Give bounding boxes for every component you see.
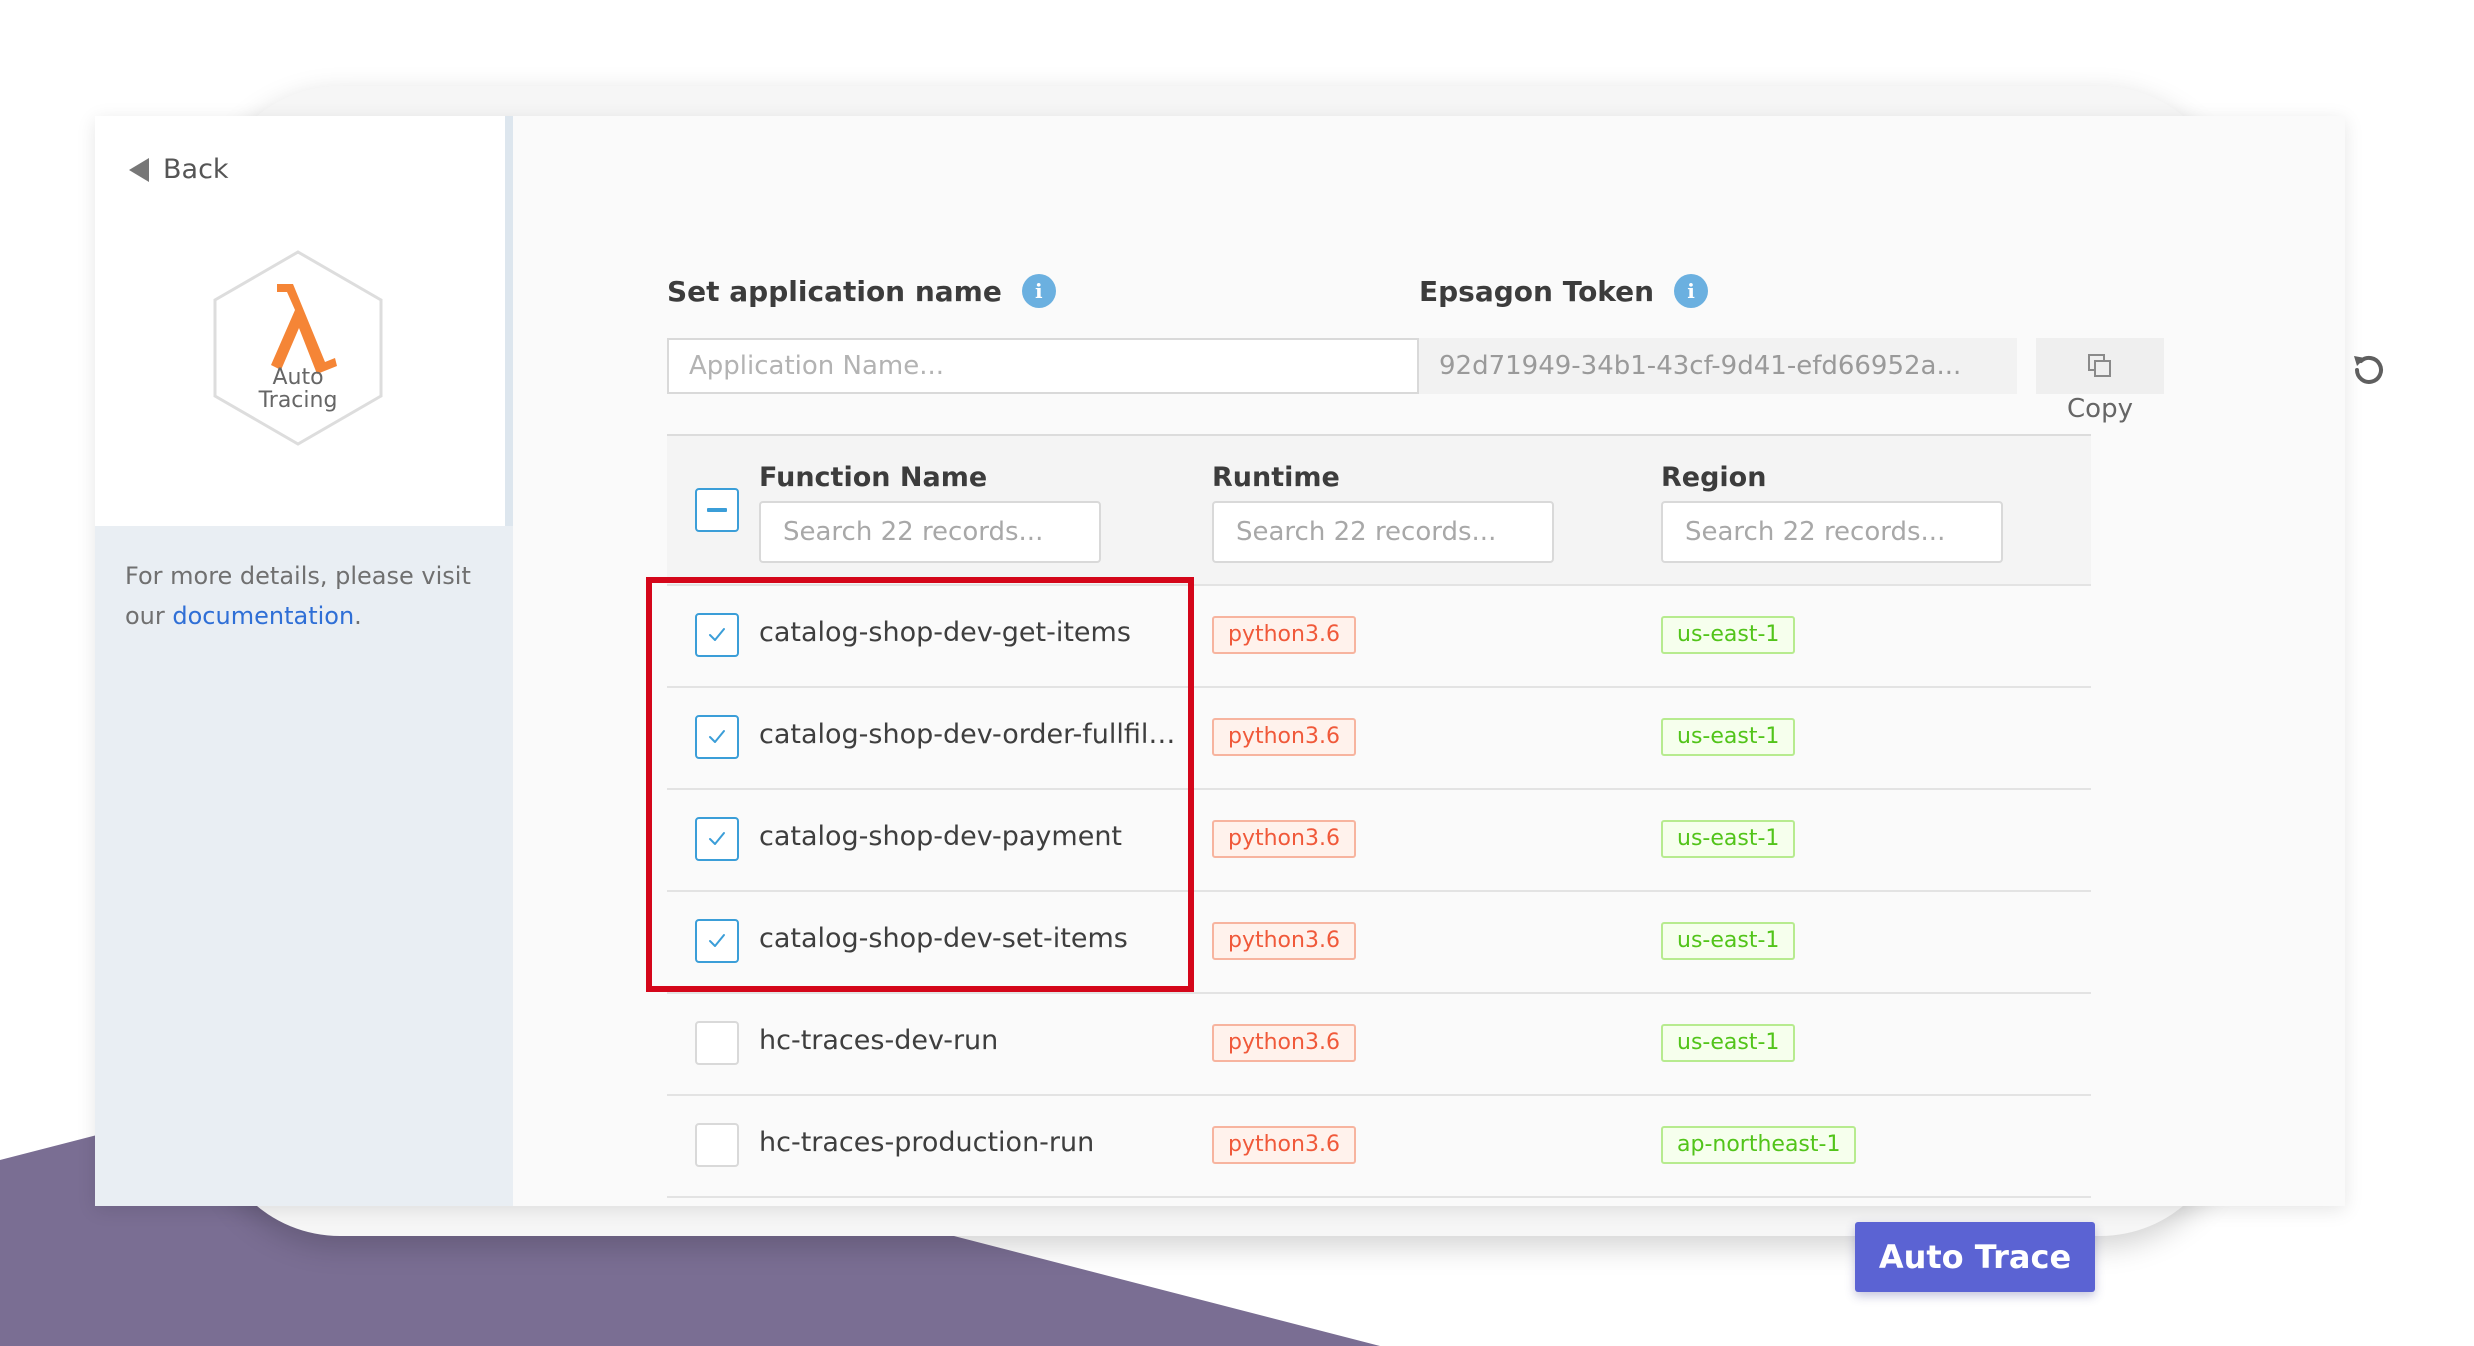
app-name-input[interactable] bbox=[667, 338, 1419, 394]
app-name-label-text: Set application name bbox=[667, 274, 1002, 308]
runtime-tag: python3.6 bbox=[1212, 1126, 1356, 1164]
function-name-cell: hc-traces-dev-run bbox=[759, 1025, 999, 1056]
details-suffix: . bbox=[354, 602, 362, 630]
info-icon[interactable]: i bbox=[1674, 274, 1709, 308]
runtime-tag: python3.6 bbox=[1212, 922, 1356, 960]
runtime-tag: python3.6 bbox=[1212, 1024, 1356, 1062]
row-checkbox[interactable] bbox=[695, 1021, 739, 1065]
logo-line-2: Tracing bbox=[258, 388, 338, 413]
info-icon[interactable]: i bbox=[1021, 274, 1056, 308]
copy-label[interactable]: Copy bbox=[2036, 394, 2164, 424]
back-button[interactable]: Back bbox=[129, 154, 229, 185]
runtime-tag: python3.6 bbox=[1212, 718, 1356, 756]
token-label: Epsagon Token i bbox=[1419, 274, 1709, 308]
row-divider bbox=[667, 1196, 2091, 1198]
auto-trace-button[interactable]: Auto Trace bbox=[1855, 1222, 2095, 1292]
sidebar-divider bbox=[505, 116, 513, 526]
region-search[interactable] bbox=[1661, 501, 2003, 563]
back-arrow-icon bbox=[129, 157, 149, 182]
row-divider bbox=[667, 1094, 2091, 1096]
runtime-search[interactable] bbox=[1212, 501, 1554, 563]
refresh-icon[interactable] bbox=[2345, 346, 2393, 394]
details-text: For more details, please visit our docum… bbox=[125, 556, 485, 636]
row-checkbox[interactable] bbox=[695, 1123, 739, 1167]
copy-icon bbox=[2088, 354, 2111, 377]
column-header-runtime[interactable]: Runtime bbox=[1212, 462, 1340, 493]
function-name-search[interactable] bbox=[759, 501, 1101, 563]
region-tag: us-east-1 bbox=[1661, 718, 1796, 756]
token-value: 92d71949-34b1-43cf-9d41-efd66952a... bbox=[1419, 338, 2017, 394]
lambda-icon bbox=[213, 250, 383, 446]
column-header-function-name[interactable]: Function Name bbox=[759, 462, 987, 493]
copy-button[interactable] bbox=[2036, 338, 2164, 394]
runtime-tag: python3.6 bbox=[1212, 616, 1356, 654]
region-tag: us-east-1 bbox=[1661, 922, 1796, 960]
runtime-tag: python3.6 bbox=[1212, 820, 1356, 858]
documentation-link[interactable]: documentation bbox=[172, 602, 354, 630]
region-tag: us-east-1 bbox=[1661, 1024, 1796, 1062]
selection-highlight-box bbox=[646, 577, 1194, 992]
auto-tracing-panel: Back Auto Tracing For more details, plea… bbox=[95, 116, 2383, 1292]
app-name-label: Set application name i bbox=[667, 274, 1056, 308]
token-label-text: Epsagon Token bbox=[1419, 274, 1655, 308]
select-all-checkbox[interactable] bbox=[695, 488, 739, 532]
column-header-region[interactable]: Region bbox=[1661, 462, 1766, 493]
function-name-cell: hc-traces-production-run bbox=[759, 1127, 1095, 1158]
indeterminate-icon bbox=[707, 508, 727, 512]
region-tag: us-east-1 bbox=[1661, 616, 1796, 654]
logo-line-1: Auto bbox=[272, 365, 324, 390]
logo-caption: Auto Tracing bbox=[213, 366, 383, 412]
region-tag: ap-northeast-1 bbox=[1661, 1126, 1857, 1164]
back-label: Back bbox=[163, 154, 229, 185]
region-tag: us-east-1 bbox=[1661, 820, 1796, 858]
row-divider bbox=[667, 992, 2091, 994]
